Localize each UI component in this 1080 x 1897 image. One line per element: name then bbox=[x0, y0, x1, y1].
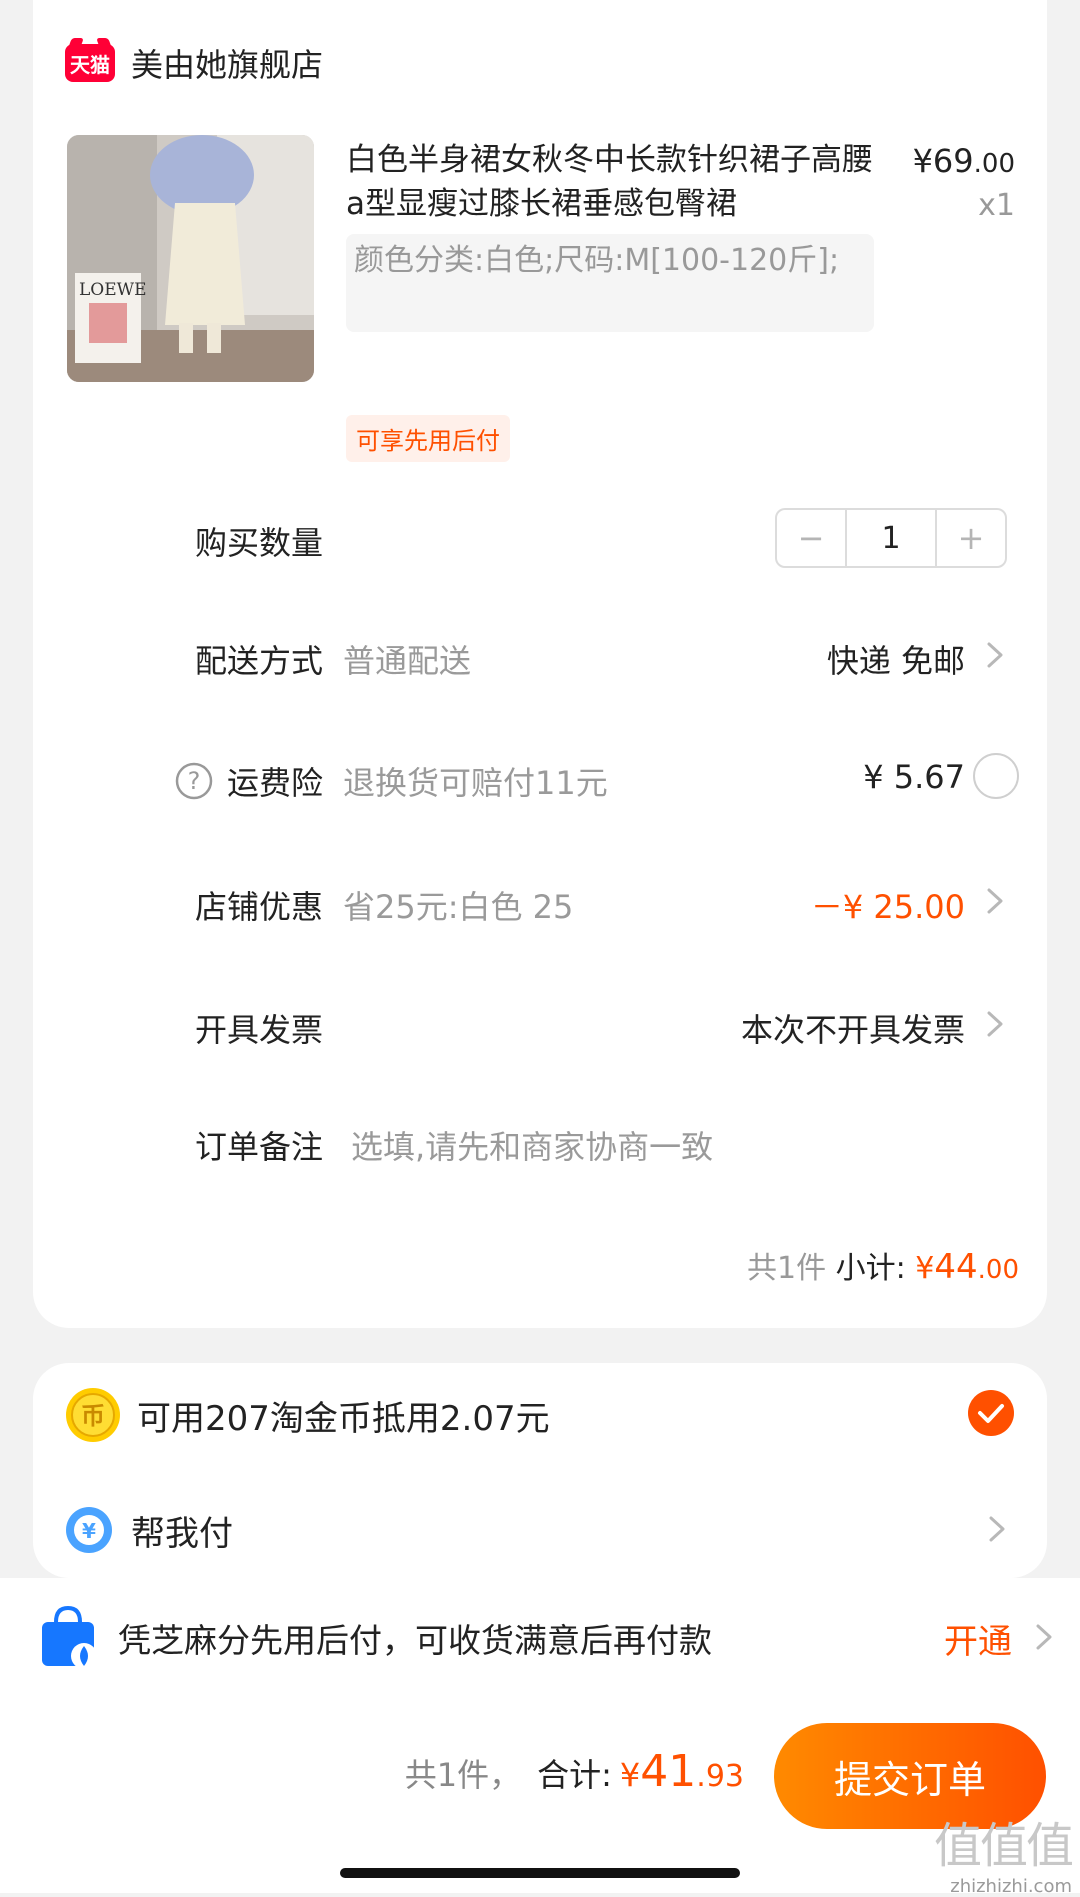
store-header[interactable]: 天猫 美由她旗舰店 bbox=[65, 40, 323, 86]
note-input[interactable]: 选填,请先和商家协商一致 bbox=[351, 1122, 713, 1168]
help-icon[interactable]: ? bbox=[175, 762, 213, 800]
yuan-icon-glyph: ¥ bbox=[82, 1519, 96, 1543]
store-name[interactable]: 美由她旗舰店 bbox=[131, 40, 323, 86]
subtotal-yuan: 44 bbox=[934, 1247, 978, 1287]
product-photo-bag-text: LOEWE bbox=[79, 280, 147, 300]
coin-icon-glyph: 币 bbox=[81, 1402, 105, 1430]
product-price-yuan: ¥69 bbox=[912, 142, 974, 180]
chevron-right-icon bbox=[987, 642, 1003, 668]
subtotal-label: 小计: bbox=[835, 1251, 906, 1286]
total-price: ¥41.93 bbox=[620, 1746, 744, 1797]
shipping-insurance-row: ? 运费险 退换货可赔付11元 ¥ 5.67 bbox=[33, 748, 1047, 808]
order-total: 共1件， 合计: ¥41.93 bbox=[405, 1746, 744, 1797]
chevron-right-icon bbox=[989, 1516, 1005, 1542]
invoice-label: 开具发票 bbox=[194, 1011, 323, 1049]
quantity-value[interactable]: 1 bbox=[845, 510, 937, 566]
insurance-label: 运费险 bbox=[226, 764, 323, 802]
watermark-url: zhizhizhi.com bbox=[950, 1876, 1072, 1897]
help-pay-row[interactable]: ¥ 帮我付 bbox=[65, 1500, 1015, 1560]
chevron-right-icon bbox=[1036, 1624, 1052, 1650]
delivery-desc: 普通配送 bbox=[343, 642, 472, 680]
taojinbi-text: 可用207淘金币抵用2.07元 bbox=[137, 1398, 550, 1439]
total-yuan: 41 bbox=[640, 1746, 697, 1797]
buy-now-pay-later-tag: 可享先用后付 bbox=[346, 415, 510, 462]
delivery-value: 快递 免邮 bbox=[826, 642, 965, 680]
insurance-label-wrap: ? 运费险 bbox=[175, 758, 323, 804]
invoice-value: 本次不开具发票 bbox=[740, 1011, 965, 1049]
svg-text:?: ? bbox=[188, 767, 201, 795]
quantity-plus-button[interactable]: + bbox=[937, 510, 1005, 566]
delivery-label: 配送方式 bbox=[194, 642, 323, 680]
insurance-price: ¥ 5.67 bbox=[863, 758, 965, 796]
discount-desc: 省25元:白色 25 bbox=[343, 888, 574, 926]
shopping-bag-icon bbox=[42, 1605, 97, 1669]
chevron-right-icon bbox=[987, 888, 1003, 914]
order-note-row: 订单备注 选填,请先和商家协商一致 bbox=[33, 1112, 1047, 1172]
coin-icon: 币 bbox=[66, 1388, 120, 1442]
product-photo: LOEWE bbox=[67, 135, 314, 382]
product-image[interactable]: LOEWE bbox=[67, 135, 314, 382]
discount-label: 店铺优惠 bbox=[194, 888, 323, 926]
subtotal-cents: .00 bbox=[977, 1255, 1019, 1285]
store-discount-row[interactable]: 店铺优惠 省25元:白色 25 －¥ 25.00 bbox=[33, 872, 1047, 932]
product-quantity: x1 bbox=[978, 188, 1015, 223]
insurance-radio[interactable] bbox=[973, 753, 1019, 799]
subtotal-count: 共1件 bbox=[746, 1251, 827, 1286]
checkout-footer: 凭芝麻分先用后付，可收货满意后再付款 开通 共1件， 合计: ¥41.93 提交… bbox=[0, 1578, 1080, 1897]
product-sku[interactable]: 颜色分类:白色;尺码:M[100-120斤]; bbox=[346, 234, 874, 332]
product-price: ¥69.00 bbox=[913, 142, 1015, 180]
total-count: 共1件， bbox=[404, 1756, 522, 1794]
taojinbi-row[interactable]: 币 可用207淘金币抵用2.07元 bbox=[65, 1385, 1015, 1445]
tmall-logo: 天猫 bbox=[65, 44, 115, 82]
coin-card: 币 可用207淘金币抵用2.07元 ¥ 帮我付 bbox=[33, 1363, 1047, 1578]
delivery-row[interactable]: 配送方式 普通配送 快递 免邮 bbox=[33, 626, 1047, 686]
open-link[interactable]: 开通 bbox=[944, 1614, 1012, 1663]
tmall-logo-text: 天猫 bbox=[70, 52, 110, 77]
discount-value: －¥ 25.00 bbox=[810, 888, 965, 926]
zhima-credit-text: 凭芝麻分先用后付，可收货满意后再付款 bbox=[118, 1621, 712, 1660]
product-title[interactable]: 白色半身裙女秋冬中长款针织裙子高腰a型显瘦过膝长裙垂感包臀裙 bbox=[346, 138, 886, 226]
quantity-stepper[interactable]: − 1 + bbox=[775, 508, 1007, 568]
quantity-label: 购买数量 bbox=[194, 524, 323, 562]
chevron-right-icon bbox=[987, 1011, 1003, 1037]
invoice-row[interactable]: 开具发票 本次不开具发票 bbox=[33, 995, 1047, 1055]
check-icon[interactable] bbox=[967, 1389, 1015, 1437]
total-cents: .93 bbox=[696, 1759, 744, 1794]
subtotal-price: ¥44.00 bbox=[915, 1247, 1019, 1287]
insurance-desc: 退换货可赔付11元 bbox=[343, 764, 608, 802]
quantity-minus-button[interactable]: − bbox=[777, 510, 845, 566]
total-label: 合计: bbox=[537, 1756, 612, 1794]
yuan-circle-icon: ¥ bbox=[66, 1507, 112, 1553]
product-price-cents: .00 bbox=[973, 149, 1015, 179]
watermark-logo: 值值值 bbox=[933, 1818, 1074, 1874]
total-currency: ¥ bbox=[619, 1756, 641, 1794]
note-label: 订单备注 bbox=[194, 1128, 323, 1166]
subtotal: 共1件 小计: ¥44.00 bbox=[747, 1243, 1019, 1287]
watermark: 值值值 zhizhizhi.com bbox=[933, 1806, 1074, 1897]
subtotal-currency: ¥ bbox=[915, 1251, 935, 1286]
zhima-credit-row[interactable]: 凭芝麻分先用后付，可收货满意后再付款 开通 bbox=[36, 1602, 1064, 1674]
help-pay-text: 帮我付 bbox=[131, 1513, 233, 1554]
order-card: 天猫 美由她旗舰店 LOEWE 白色半身裙女秋冬中长款针织裙子高腰a型显瘦过膝长… bbox=[33, 0, 1047, 1328]
quantity-row: 购买数量 − 1 + bbox=[33, 508, 1047, 568]
home-indicator[interactable] bbox=[340, 1868, 740, 1878]
